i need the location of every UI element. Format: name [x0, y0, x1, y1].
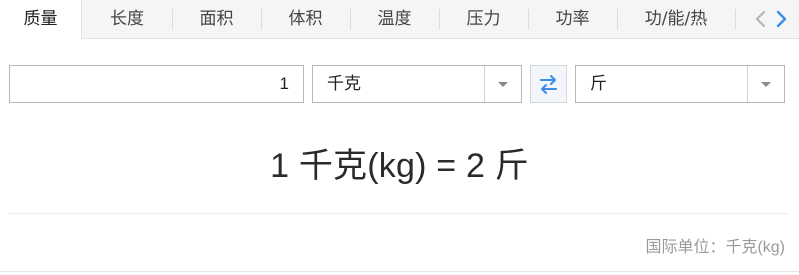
- amount-input-wrapper: [9, 65, 304, 103]
- chevron-left-icon[interactable]: [752, 7, 770, 31]
- conversion-result: 1 千克(kg) = 2 斤: [270, 147, 529, 185]
- tab-power[interactable]: 功率: [528, 0, 617, 39]
- section-divider: [9, 213, 789, 214]
- tab-label: 温度: [377, 9, 412, 29]
- swap-arrows-icon: [540, 75, 557, 94]
- tab-label: 长度: [110, 9, 144, 29]
- bottom-border: [0, 271, 799, 272]
- caret-down-icon[interactable]: [748, 66, 784, 102]
- tab-volume[interactable]: 体积: [261, 0, 350, 39]
- tab-area[interactable]: 面积: [172, 0, 261, 39]
- tab-temperature[interactable]: 温度: [350, 0, 439, 39]
- amount-input[interactable]: [10, 66, 303, 102]
- tab-label: 体积: [288, 9, 323, 29]
- caret-down-icon[interactable]: [485, 66, 521, 102]
- tab-label: 功率: [555, 9, 590, 29]
- tab-mass[interactable]: 质量: [0, 0, 82, 40]
- tab-pressure[interactable]: 压力: [439, 0, 528, 39]
- to-unit-value: 斤: [590, 74, 607, 94]
- tab-label: 压力: [466, 9, 501, 29]
- si-unit-note: 国际单位：千克(kg): [645, 239, 785, 256]
- tab-label: 质量: [23, 9, 58, 29]
- from-unit-select[interactable]: 千克: [312, 65, 522, 103]
- tab-label: 功/能/热: [644, 9, 708, 29]
- unit-category-tabs: 质量 长度 面积 体积 温度 压力 功率 功/能/热: [0, 0, 799, 40]
- tab-label: 面积: [199, 9, 234, 29]
- chevron-right-icon[interactable]: [772, 7, 790, 31]
- tab-work-energy-heat[interactable]: 功/能/热: [617, 0, 735, 39]
- tab-separator: [735, 9, 736, 30]
- tab-length[interactable]: 长度: [82, 0, 172, 39]
- to-unit-select[interactable]: 斤: [575, 65, 785, 103]
- from-unit-value: 千克: [327, 74, 361, 94]
- swap-units-button[interactable]: [530, 65, 567, 103]
